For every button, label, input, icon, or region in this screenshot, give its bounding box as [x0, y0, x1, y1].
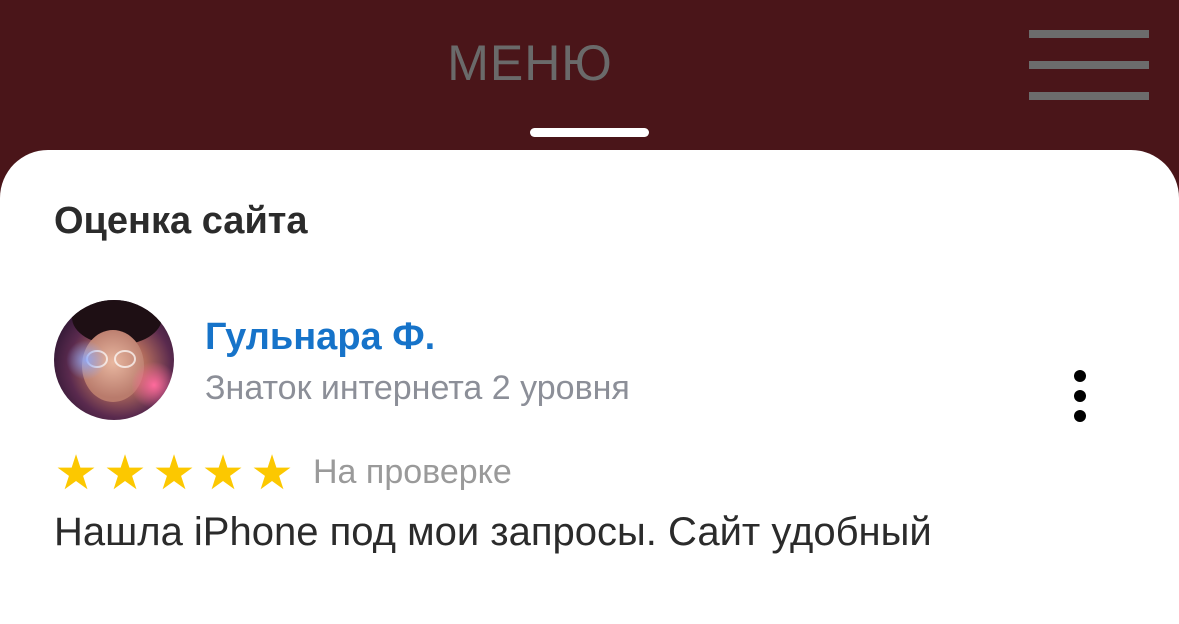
status-label: На проверке [313, 453, 512, 491]
sheet-drag-handle[interactable] [530, 128, 649, 137]
menu-title: МЕНЮ [447, 35, 613, 91]
star-icon: ★ [103, 447, 147, 500]
hamburger-line [1029, 30, 1149, 38]
hamburger-icon[interactable] [1029, 30, 1149, 100]
user-name-link[interactable]: Гульнара Ф. [205, 316, 435, 359]
user-level: Знаток интернета 2 уровня [205, 369, 630, 407]
hamburger-line [1029, 61, 1149, 69]
review-text: Нашла iPhone под мои запросы. Сайт удобн… [54, 510, 932, 554]
more-vertical-icon[interactable] [1064, 366, 1096, 426]
avatar[interactable] [54, 300, 174, 420]
star-icon: ★ [250, 447, 294, 500]
review-sheet: Оценка сайта Гульнара Ф. Знаток интернет… [0, 150, 1179, 624]
star-icon: ★ [54, 447, 98, 500]
section-title: Оценка сайта [54, 200, 308, 242]
star-icon: ★ [201, 447, 245, 500]
hamburger-line [1029, 92, 1149, 100]
star-icon: ★ [152, 447, 196, 500]
rating-stars: ★ ★ ★ ★ ★ [54, 447, 294, 500]
